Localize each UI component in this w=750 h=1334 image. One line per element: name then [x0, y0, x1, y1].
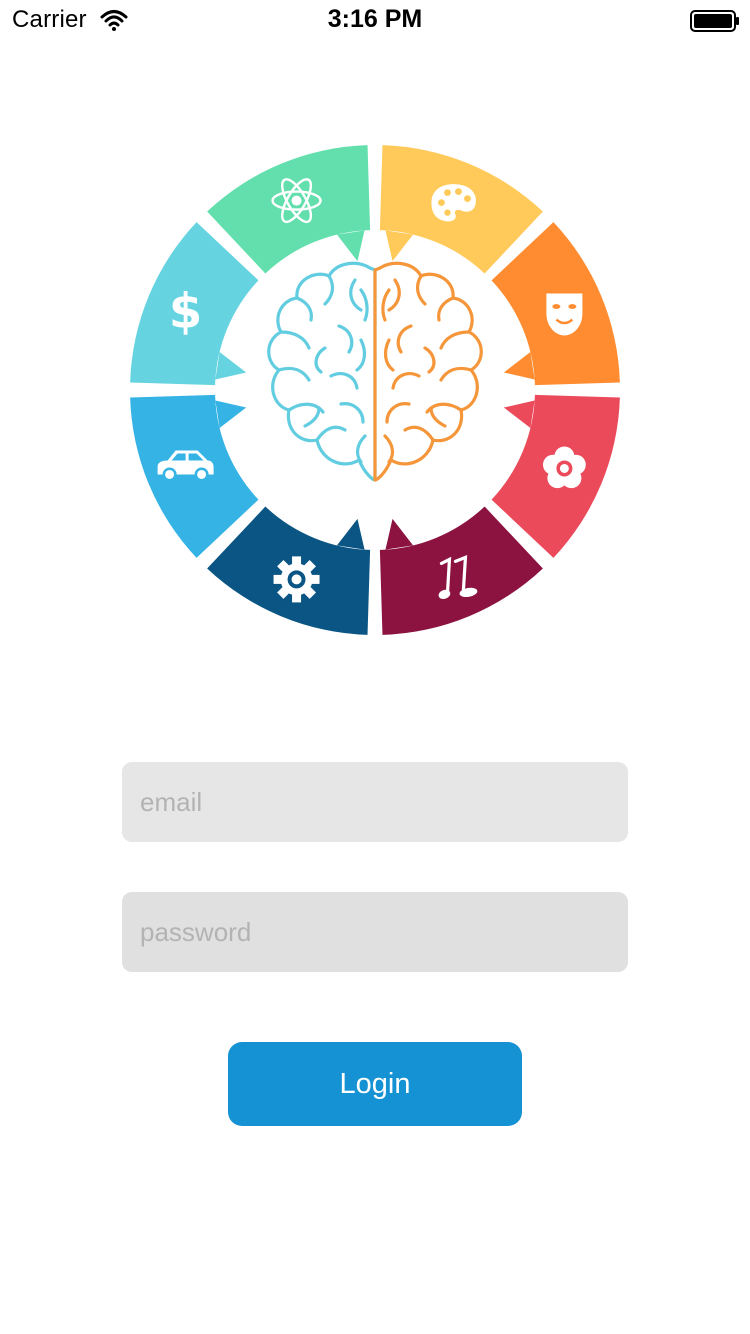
logo-segment-tail [336, 230, 365, 262]
logo-segment-tail [215, 351, 247, 380]
password-field[interactable] [122, 892, 628, 972]
gear-icon [273, 556, 320, 603]
logo-segment-tail [503, 351, 535, 380]
logo-segment-tail [385, 230, 414, 262]
logo-segment-tail [503, 400, 535, 429]
password-input[interactable] [138, 915, 612, 949]
logo-segment [379, 506, 543, 635]
status-bar: Carrier 3:16 PM [0, 0, 750, 40]
login-screen: Carrier 3:16 PM $ email Login [0, 0, 750, 1334]
email-input[interactable] [138, 785, 612, 819]
logo-segment-tail [336, 518, 365, 550]
svg-text:$: $ [169, 284, 202, 340]
app-logo: $ [130, 145, 620, 635]
brain-icon [267, 261, 483, 482]
clock: 3:16 PM [327, 5, 423, 33]
dollar-icon: $ [169, 284, 202, 340]
battery-icon [690, 10, 739, 32]
logo-segment-tail [385, 518, 414, 550]
logo-icons: $ [157, 178, 586, 603]
email-field[interactable] [122, 762, 628, 842]
logo-segment-tail [215, 400, 247, 429]
login-button[interactable]: Login [228, 1042, 522, 1126]
logo-segment [130, 394, 259, 558]
